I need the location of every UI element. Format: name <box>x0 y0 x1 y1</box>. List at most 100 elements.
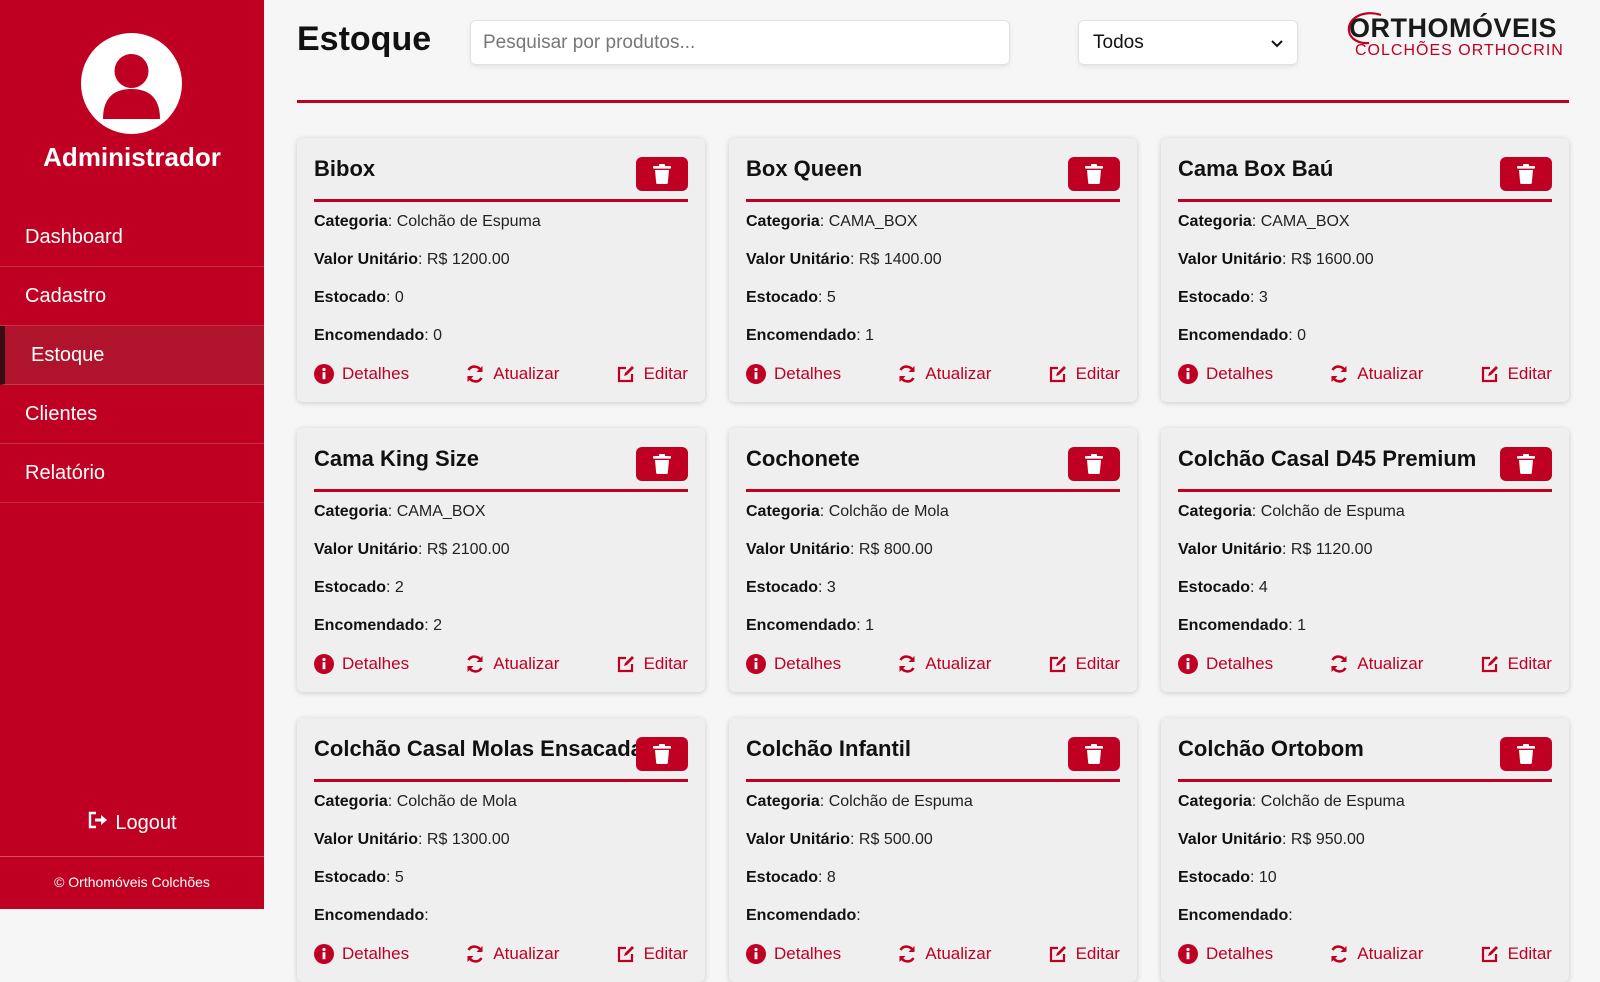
valor-value: R$ 950.00 <box>1290 831 1365 848</box>
product-card: Box Queen Categoria: CAMA_BOX Valor Unit… <box>729 138 1137 402</box>
details-button[interactable]: Detalhes <box>314 944 409 964</box>
card-actions: Detalhes Atualizar Editar <box>1178 364 1552 384</box>
valor-value: R$ 500.00 <box>858 831 933 848</box>
field-valor: Valor Unitário: R$ 500.00 <box>746 831 933 848</box>
details-label: Detalhes <box>1206 944 1274 963</box>
details-button[interactable]: Detalhes <box>746 364 841 384</box>
encomendado-label: Encomendado <box>746 617 857 634</box>
delete-button[interactable] <box>636 157 688 191</box>
details-label: Detalhes <box>774 654 842 673</box>
delete-button[interactable] <box>1500 157 1552 191</box>
update-label: Atualizar <box>1357 364 1424 383</box>
details-label: Detalhes <box>1206 364 1274 383</box>
field-estocado: Estocado: 3 <box>746 579 836 596</box>
sidebar-item-estoque[interactable]: Estoque <box>0 326 264 385</box>
update-button[interactable]: Atualizar <box>465 944 559 964</box>
encomendado-label: Encomendado <box>746 907 857 924</box>
edit-label: Editar <box>643 654 688 673</box>
edit-button[interactable]: Editar <box>616 944 688 964</box>
info-icon <box>314 944 334 964</box>
update-button[interactable]: Atualizar <box>1329 364 1423 384</box>
logout-button[interactable]: Logout <box>0 810 264 836</box>
categoria-value: Colchão de Espuma <box>1260 503 1405 520</box>
details-button[interactable]: Detalhes <box>746 944 841 964</box>
trash-icon <box>1517 744 1535 764</box>
sidebar-item-relatorio[interactable]: Relatório <box>0 444 264 503</box>
update-label: Atualizar <box>493 654 560 673</box>
details-button[interactable]: Detalhes <box>1178 944 1273 964</box>
product-card: Colchão Infantil Categoria: Colchão de E… <box>729 718 1137 982</box>
product-name: Colchão Infantil <box>746 736 911 761</box>
delete-button[interactable] <box>1500 447 1552 481</box>
category-filter-select[interactable]: Todos <box>1078 20 1298 65</box>
product-name: Cochonete <box>746 446 860 471</box>
search-input[interactable] <box>470 20 1010 65</box>
edit-label: Editar <box>1507 654 1552 673</box>
update-button[interactable]: Atualizar <box>1329 944 1423 964</box>
delete-button[interactable] <box>1500 737 1552 771</box>
update-label: Atualizar <box>493 364 560 383</box>
sidebar-item-cadastro[interactable]: Cadastro <box>0 267 264 326</box>
valor-label: Valor Unitário <box>746 251 851 268</box>
card-actions: Detalhes Atualizar Editar <box>314 654 688 674</box>
field-categoria: Categoria: Colchão de Espuma <box>746 793 973 810</box>
product-card: Bibox Categoria: Colchão de Espuma Valor… <box>297 138 705 402</box>
details-button[interactable]: Detalhes <box>314 654 409 674</box>
sidebar-item-dashboard[interactable]: Dashboard <box>0 208 264 267</box>
update-button[interactable]: Atualizar <box>897 944 991 964</box>
update-button[interactable]: Atualizar <box>465 654 559 674</box>
field-valor: Valor Unitário: R$ 1300.00 <box>314 831 510 848</box>
product-card: Colchão Casal Molas Ensacadas Categoria:… <box>297 718 705 982</box>
logout-label: Logout <box>115 811 177 834</box>
delete-button[interactable] <box>1068 737 1120 771</box>
encomendado-value: 1 <box>865 617 875 634</box>
estocado-value: 3 <box>826 579 836 596</box>
details-button[interactable]: Detalhes <box>1178 654 1273 674</box>
product-card: Colchão Ortobom Categoria: Colchão de Es… <box>1161 718 1569 982</box>
encomendado-label: Encomendado <box>314 327 425 344</box>
details-button[interactable]: Detalhes <box>314 364 409 384</box>
sidebar-item-clientes[interactable]: Clientes <box>0 385 264 444</box>
trash-icon <box>653 454 671 474</box>
user-name: Administrador <box>43 142 221 172</box>
edit-button[interactable]: Editar <box>616 654 688 674</box>
edit-button[interactable]: Editar <box>1480 944 1552 964</box>
edit-label: Editar <box>643 364 688 383</box>
edit-button[interactable]: Editar <box>1048 654 1120 674</box>
details-label: Detalhes <box>1206 654 1274 673</box>
edit-button[interactable]: Editar <box>1048 944 1120 964</box>
details-button[interactable]: Detalhes <box>1178 364 1273 384</box>
card-divider <box>314 489 688 492</box>
field-categoria: Categoria: CAMA_BOX <box>746 213 918 230</box>
edit-button[interactable]: Editar <box>1480 364 1552 384</box>
details-button[interactable]: Detalhes <box>746 654 841 674</box>
update-button[interactable]: Atualizar <box>1329 654 1423 674</box>
details-label: Detalhes <box>342 944 410 963</box>
card-actions: Detalhes Atualizar Editar <box>314 364 688 384</box>
field-estocado: Estocado: 3 <box>1178 289 1268 306</box>
delete-button[interactable] <box>636 447 688 481</box>
edit-button[interactable]: Editar <box>1048 364 1120 384</box>
update-button[interactable]: Atualizar <box>897 364 991 384</box>
product-name: Colchão Casal Molas Ensacadas <box>314 736 656 761</box>
delete-button[interactable] <box>636 737 688 771</box>
categoria-value: Colchão de Espuma <box>396 213 541 230</box>
encomendado-value: 1 <box>865 327 875 344</box>
edit-icon <box>1049 946 1066 963</box>
card-actions: Detalhes Atualizar Editar <box>1178 654 1552 674</box>
categoria-value: Colchão de Mola <box>396 793 517 810</box>
update-button[interactable]: Atualizar <box>897 654 991 674</box>
info-icon <box>1178 364 1198 384</box>
trash-icon <box>653 164 671 184</box>
delete-button[interactable] <box>1068 447 1120 481</box>
field-valor: Valor Unitário: R$ 1600.00 <box>1178 251 1374 268</box>
field-estocado: Estocado: 5 <box>746 289 836 306</box>
chevron-down-icon <box>1271 32 1283 54</box>
encomendado-value: 1 <box>1297 617 1307 634</box>
card-actions: Detalhes Atualizar Editar <box>746 654 1120 674</box>
edit-button[interactable]: Editar <box>616 364 688 384</box>
delete-button[interactable] <box>1068 157 1120 191</box>
categoria-label: Categoria <box>1178 503 1252 520</box>
edit-button[interactable]: Editar <box>1480 654 1552 674</box>
update-button[interactable]: Atualizar <box>465 364 559 384</box>
